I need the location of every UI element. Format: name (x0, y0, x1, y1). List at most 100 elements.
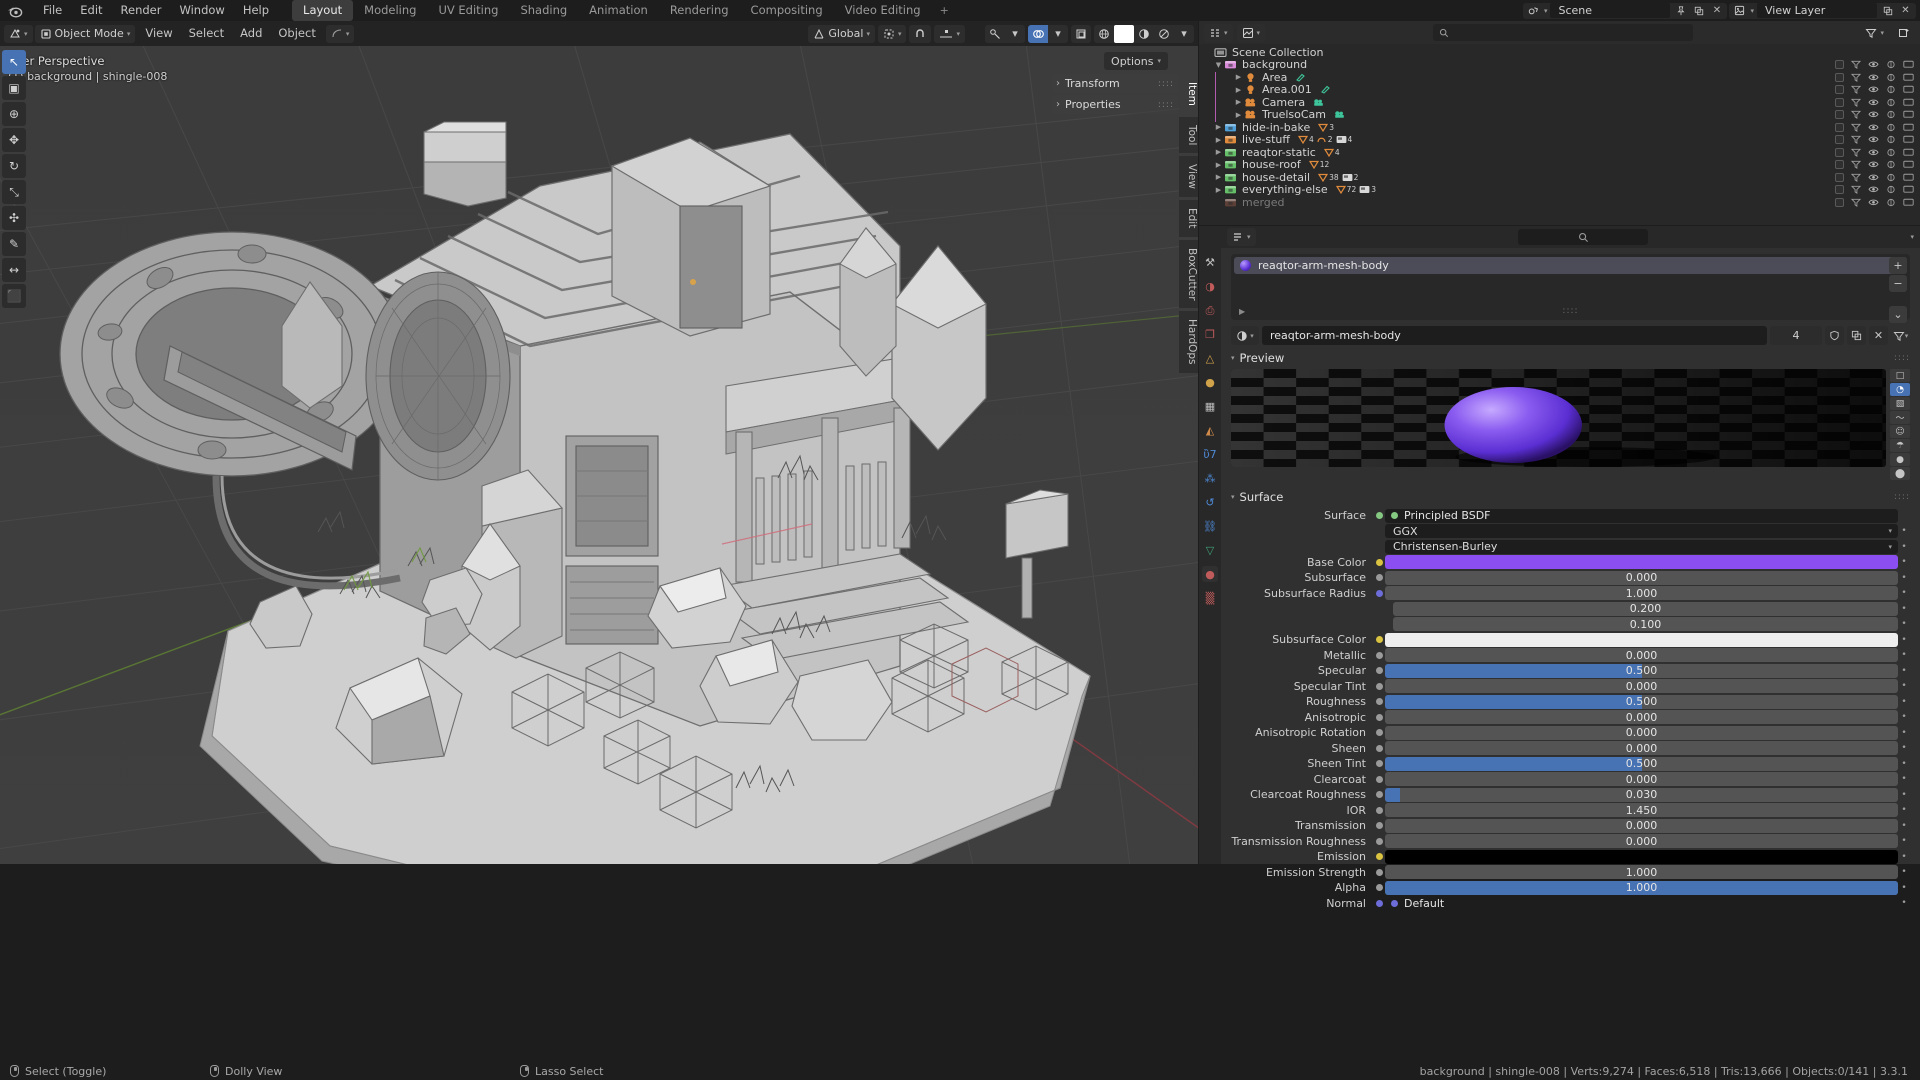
outliner-restrict-viewport-icon[interactable] (1903, 148, 1914, 157)
surface-animate-dot[interactable]: • (1898, 852, 1910, 862)
preview-plane-icon[interactable]: □ (1890, 369, 1910, 382)
material-slot-menu-button[interactable]: ⌄ (1889, 306, 1907, 323)
preview-cloth-icon[interactable]: ☂ (1890, 439, 1910, 452)
outliner-restrict-render-icon[interactable] (1886, 173, 1896, 182)
move-tool[interactable]: ✥ (2, 128, 26, 152)
surface-socket-dot[interactable] (1373, 729, 1385, 736)
shading-wireframe-icon[interactable] (1094, 25, 1114, 43)
view-layer-duplicate-icon[interactable] (1880, 3, 1895, 18)
viewport-menu-object[interactable]: Object (270, 21, 323, 46)
outliner-restrict-viewport-icon[interactable] (1903, 135, 1914, 144)
outliner-filter-icon[interactable] (1851, 110, 1861, 120)
outliner-checkbox[interactable] (1835, 72, 1844, 82)
outliner-row-hide-in-bake[interactable]: ▶ hide-in-bake 3 (1199, 121, 1920, 134)
outliner-expander-icon[interactable]: ▶ (1213, 161, 1224, 169)
scene-selector[interactable]: ▾ Scene ✕ (1522, 2, 1728, 19)
surface-animate-dot[interactable]: • (1898, 805, 1910, 815)
outliner-row-reaqtor-static[interactable]: ▶ reaqtor-static 4 (1199, 146, 1920, 159)
preview-world-icon[interactable]: ⬤ (1890, 467, 1910, 480)
surface-value-field[interactable]: 1.450 (1385, 803, 1898, 817)
preview-shaderball-icon[interactable]: ☺ (1890, 425, 1910, 438)
outliner-expander-icon[interactable]: ▶ (1233, 86, 1244, 94)
surface-animate-dot[interactable]: • (1898, 573, 1910, 583)
outliner-restrict-render-icon[interactable] (1886, 123, 1896, 132)
outliner-expander-icon[interactable]: ▶ (1213, 123, 1224, 131)
surface-animate-dot[interactable]: • (1898, 836, 1910, 846)
outliner-restrict-render-icon[interactable] (1886, 110, 1896, 119)
outliner-checkbox[interactable] (1835, 135, 1844, 145)
outliner-filter-icon[interactable] (1851, 85, 1861, 95)
surface-animate-dot[interactable]: • (1898, 790, 1910, 800)
scene-caret-icon[interactable]: ▾ (1544, 7, 1548, 15)
remove-material-slot-button[interactable]: − (1889, 275, 1907, 292)
outliner-checkbox[interactable] (1835, 172, 1844, 182)
workspace-tab-compositing[interactable]: Compositing (740, 0, 834, 21)
snap-button[interactable] (909, 24, 932, 43)
surface-value-field[interactable]: 0.000 (1385, 679, 1898, 693)
surface-animate-dot[interactable]: • (1898, 635, 1910, 645)
outliner-filter-icon[interactable] (1851, 198, 1861, 207)
viewport-options-button[interactable]: Options ▾ (1104, 52, 1168, 70)
outliner-restrict-render-icon[interactable] (1886, 73, 1896, 82)
surface-socket-dot[interactable] (1373, 760, 1385, 767)
properties-search-input[interactable] (1518, 229, 1648, 245)
outliner-restrict-select-icon[interactable] (1868, 110, 1879, 119)
surface-animate-dot[interactable]: • (1898, 588, 1910, 598)
surface-animate-dot[interactable]: • (1898, 650, 1910, 660)
surface-value-field[interactable]: 1.000 (1385, 586, 1898, 600)
surface-socket-dot[interactable] (1373, 822, 1385, 829)
outliner-checkbox[interactable] (1835, 97, 1844, 107)
outliner-expander-icon[interactable]: ▼ (1213, 61, 1224, 69)
surface-value-field[interactable]: 1.000 (1385, 865, 1898, 879)
outliner-filter-icon[interactable] (1851, 148, 1861, 157)
outliner-restrict-render-icon[interactable] (1886, 98, 1896, 107)
outliner-restrict-render-icon[interactable] (1886, 135, 1896, 144)
preview-fluid-icon[interactable]: ● (1890, 453, 1910, 466)
blender-logo-icon[interactable] (6, 3, 24, 19)
surface-animate-dot[interactable]: • (1898, 619, 1910, 629)
measure-tool[interactable]: ↔ (2, 258, 26, 282)
surface-socket-dot[interactable] (1373, 636, 1385, 643)
outliner-row-background[interactable]: ▼ background (1199, 58, 1920, 71)
surface-socket-dot[interactable] (1373, 853, 1385, 860)
outliner-checkbox[interactable] (1835, 185, 1844, 195)
material-specials-icon[interactable]: ▾ (1891, 326, 1910, 345)
npanel-tab-item[interactable]: Item (1179, 74, 1198, 114)
preview-shape-buttons[interactable]: □ ◔ ▧ 〜 ☺ ☂ ● ⬤ (1890, 369, 1910, 480)
material-slot-row[interactable]: reaqtor-arm-mesh-body (1234, 257, 1907, 274)
properties-tab-column[interactable]: ⚒ ◑ ⎙ ❐ △ ● ▦ ◭ ὒ7 ⁂ ↺ ⛓ ▽ ● ▒ (1199, 226, 1221, 864)
surface-socket-dot[interactable] (1373, 512, 1385, 519)
outliner-editor-type-button[interactable]: ▾ (1204, 23, 1233, 42)
outliner-display-mode-button[interactable]: ▾ (1236, 23, 1266, 42)
surface-animate-dot[interactable]: • (1898, 774, 1910, 784)
surface-socket-dot[interactable] (1373, 682, 1385, 690)
outliner-restrict-render-icon[interactable] (1886, 198, 1896, 207)
outliner-tree[interactable]: Scene Collection ▼ background ▶ Area ▶ Area.00… (1199, 44, 1920, 209)
outliner-expander-icon[interactable]: ▶ (1233, 73, 1244, 81)
outliner-restrict-render-icon[interactable] (1886, 85, 1896, 94)
modifiers-tab[interactable]: ὒ7 (1202, 446, 1218, 462)
outliner-expander-icon[interactable]: ▶ (1213, 136, 1224, 144)
outliner-row-everything-else[interactable]: ▶ everything-else 72 3 (1199, 183, 1920, 196)
outliner-restrict-select-icon[interactable] (1868, 73, 1879, 82)
fake-user-icon[interactable] (1825, 326, 1844, 345)
npanel-tab-boxcutter[interactable]: BoxCutter (1179, 239, 1198, 309)
outliner-checkbox[interactable] (1835, 160, 1844, 170)
transform-orientation-button[interactable]: Global ▾ (808, 24, 875, 43)
surface-socket-dot[interactable] (1373, 698, 1385, 705)
outliner-row-controls[interactable] (1835, 85, 1914, 95)
top-menu-file[interactable]: File (34, 0, 71, 21)
surface-value-field[interactable]: 0.000 (1385, 818, 1898, 833)
outliner-row-controls[interactable] (1835, 147, 1914, 157)
slot-resize-grip[interactable]: :::: (1562, 306, 1578, 316)
outliner-restrict-select-icon[interactable] (1868, 98, 1879, 107)
npanel-section-properties[interactable]: › Properties:::: (1052, 95, 1178, 114)
shading-material-preview-icon[interactable] (1134, 25, 1154, 43)
shading-caret-icon[interactable]: ▾ (1174, 25, 1194, 43)
outliner-restrict-viewport-icon[interactable] (1903, 198, 1914, 207)
surface-color-swatch[interactable] (1385, 632, 1898, 647)
outliner-restrict-select-icon[interactable] (1868, 123, 1879, 132)
outliner-row-controls[interactable] (1835, 60, 1914, 70)
surface-socket-dot[interactable] (1373, 837, 1385, 845)
material-name-field[interactable]: reaqtor-arm-mesh-body (1262, 326, 1767, 345)
